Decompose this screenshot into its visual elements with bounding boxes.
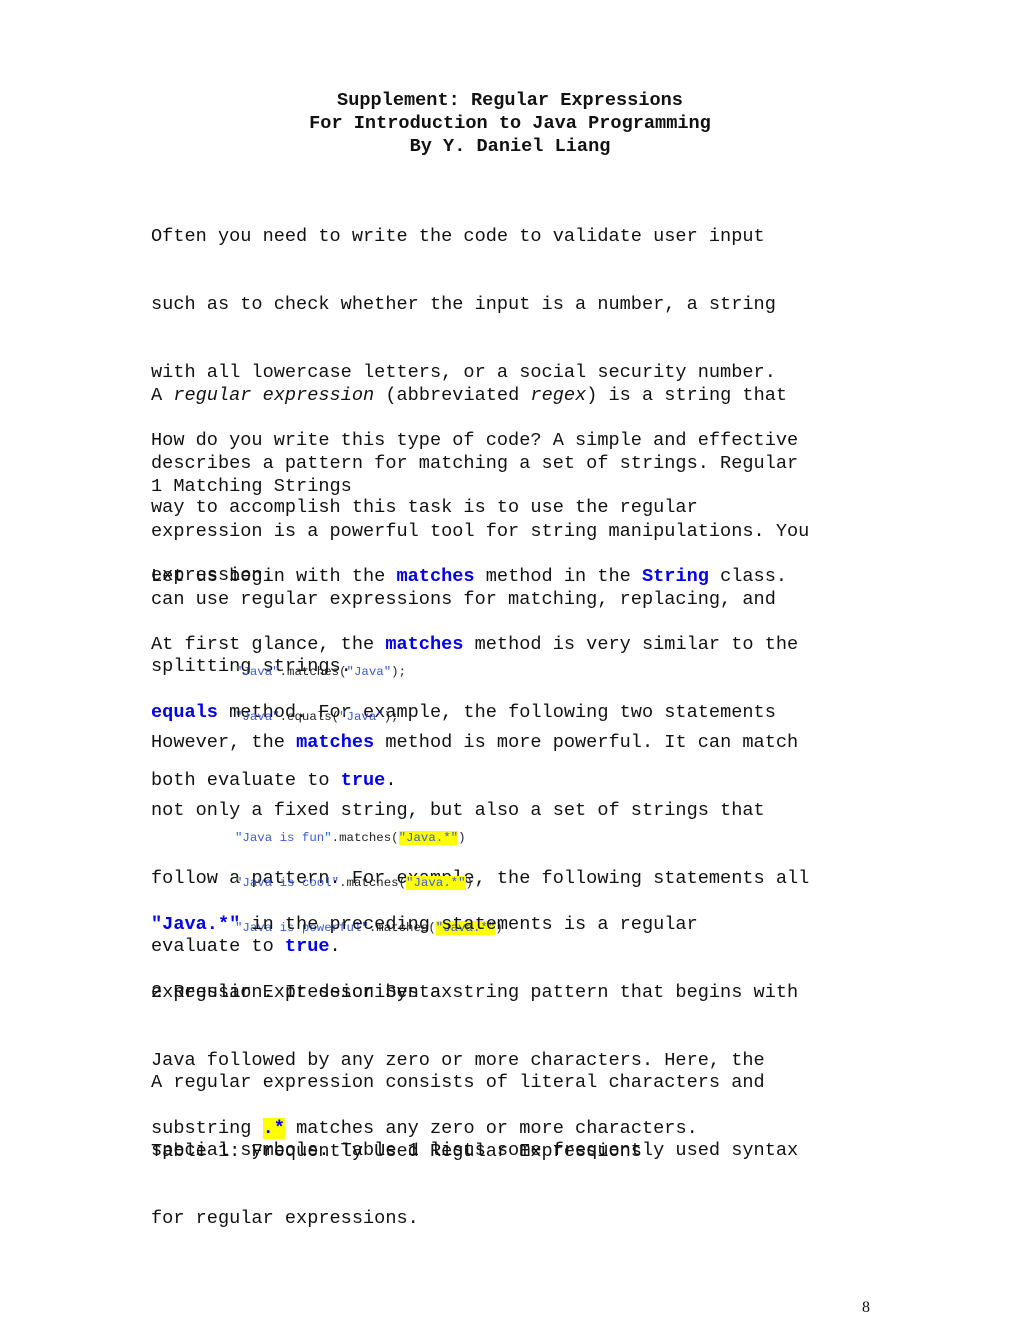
text-line: such as to check whether the input is a … [151,293,776,315]
term-regular-expression: regular expression [173,385,375,407]
section-heading-regex-syntax: 2 Regular Expression Syntax [151,982,453,1003]
code-line: "Java is fun".matches("Java.*") [235,831,503,846]
text-fragment: (abbreviated [374,385,531,407]
keyword-java-regex: "Java.*" [151,914,241,936]
text-fragment: method in the [474,566,642,588]
section-heading-matching-strings: 1 Matching Strings [151,476,352,497]
text-line: describes a pattern for matching a set o… [151,452,799,474]
text-line: "Java.*" in the preceding statements is … [151,914,798,937]
term-regex: regex [530,385,587,407]
table-caption: Table 1: Frequently Used Regular Express… [151,1141,642,1162]
text-fragment: in the preceding statements is a regular [240,914,698,936]
text-fragment: method is very similar to the [463,633,799,655]
document-subtitle: For Introduction to Java Programming [309,113,711,134]
code-string: "Java" [235,665,280,679]
document-page: Supplement: Regular Expressions For Intr… [0,0,1020,1320]
text-line: for regular expressions. [151,1207,419,1229]
code-string: "Java" [346,665,392,679]
text-fragment: ) is a string that [586,385,788,407]
keyword-string: String [641,566,709,588]
text-line: A regular expression consists of literal… [151,1072,765,1094]
text-line: Often you need to write the code to vali… [151,226,765,248]
text-fragment: A [151,385,174,407]
text-fragment: method is more powerful. It can match [374,732,799,754]
code-line: "Java".matches("Java"); [235,665,406,680]
keyword-matches: matches [296,732,375,754]
code-punct: ); [391,665,407,679]
code-punct: ) [458,831,466,845]
text-line: However, the matches method is more powe… [151,732,809,755]
text-fragment: However, the [151,732,297,754]
text-line: Let us begin with the matches method in … [151,566,798,589]
text-line: A regular expression (abbreviated regex)… [151,385,809,408]
keyword-matches: matches [396,566,475,588]
text-fragment: class. [708,566,788,588]
document-author: By Y. Daniel Liang [409,136,611,157]
code-method: .matches( [331,831,399,845]
text-fragment: Let us begin with the [151,566,397,588]
highlighted-regex: "Java.*" [398,831,459,845]
document-title: Supplement: Regular Expressions [337,90,683,111]
page-number: 8 [862,1299,870,1316]
code-string: "Java is fun" [235,831,332,845]
code-method: .matches( [279,665,347,679]
